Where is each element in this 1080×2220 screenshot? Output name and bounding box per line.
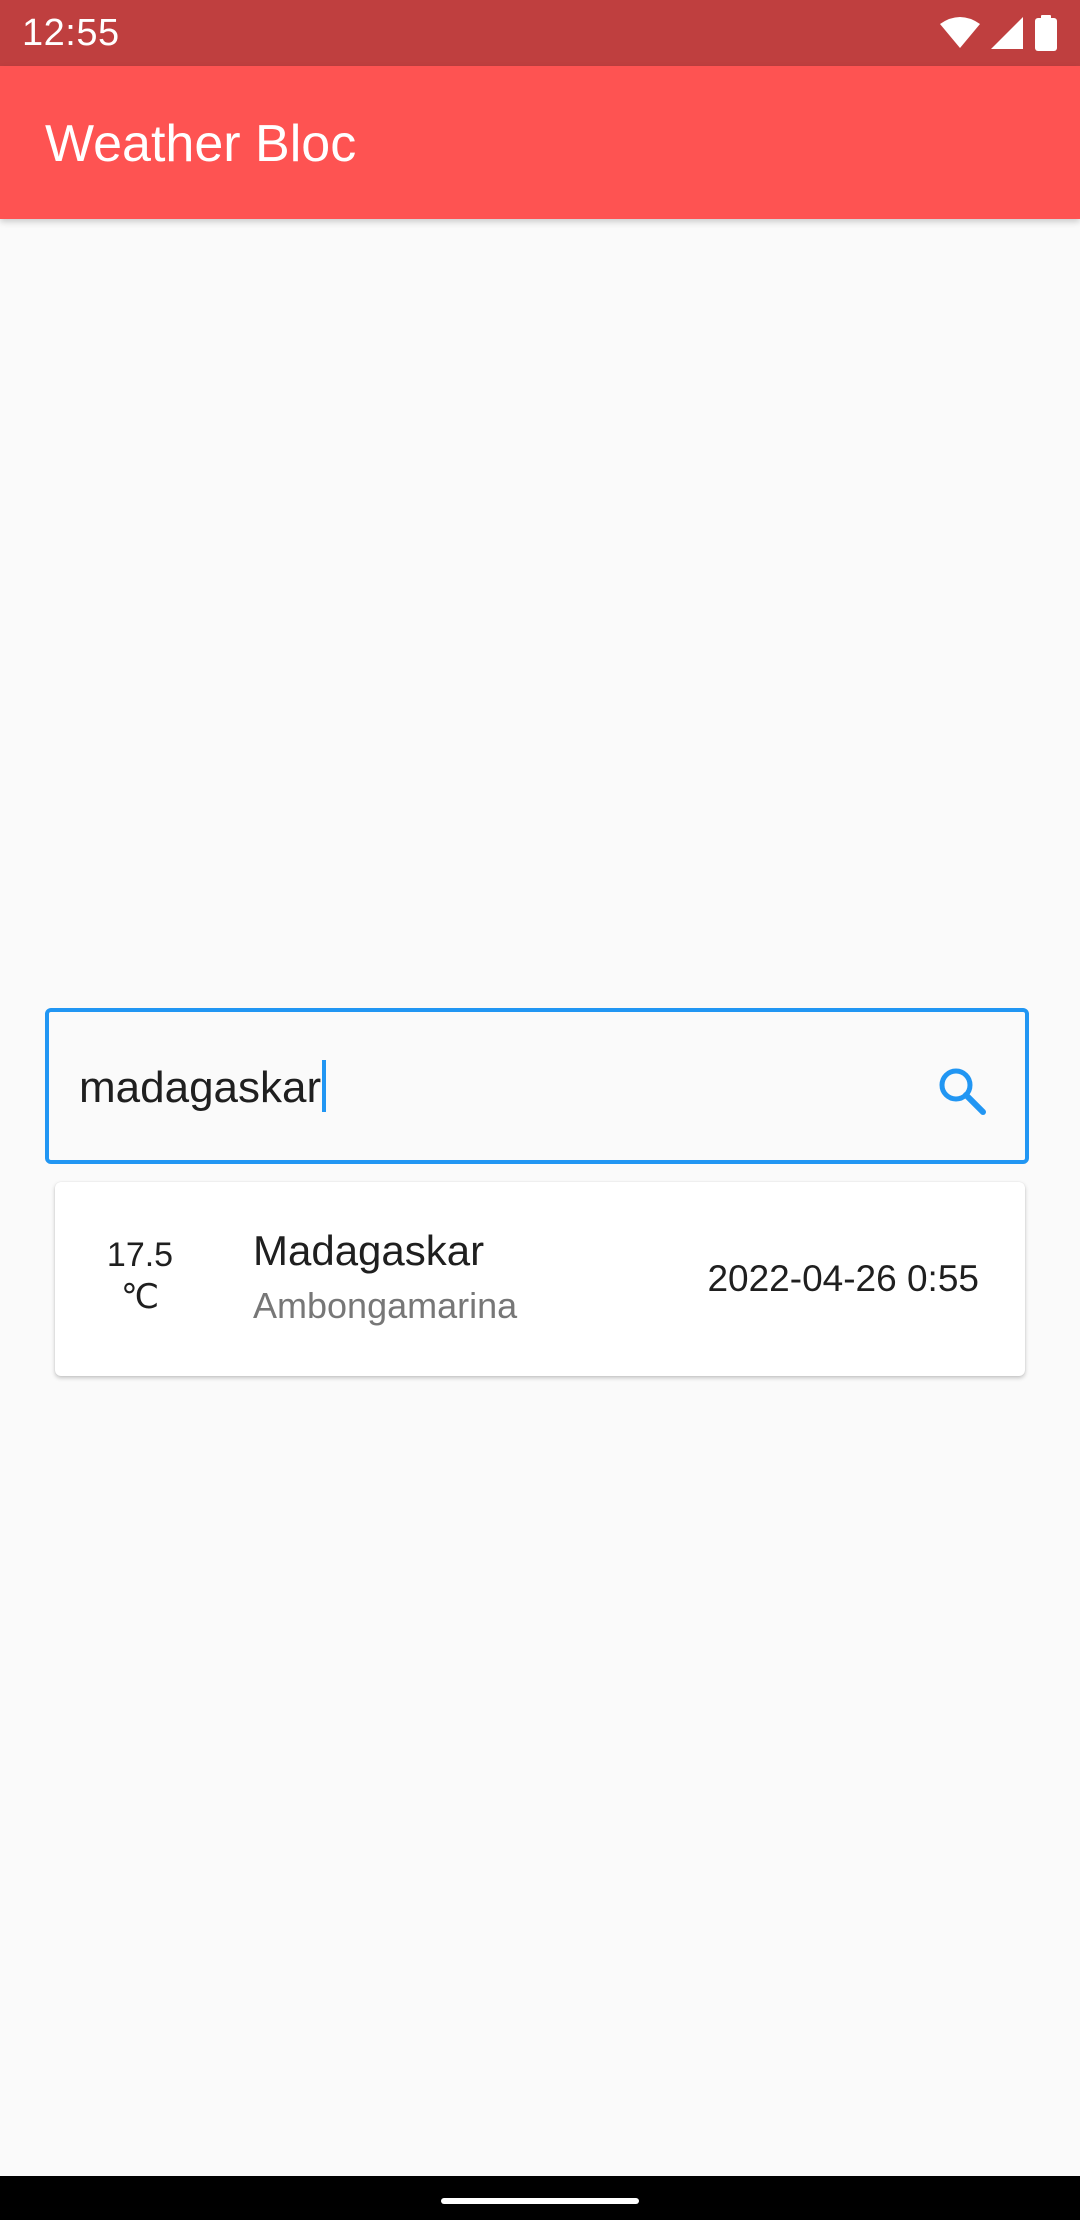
home-gesture-handle[interactable] (441, 2198, 639, 2204)
result-card[interactable]: 17.5 ℃ Madagaskar Ambongamarina 2022-04-… (55, 1182, 1025, 1376)
status-bar: 12:55 (0, 0, 1080, 66)
temperature: 17.5 ℃ (85, 1234, 195, 1318)
country-name: Madagaskar (253, 1227, 485, 1274)
navigation-bar (0, 2176, 1080, 2220)
app-title: Weather Bloc (45, 115, 357, 173)
region-name: Ambongamarina (253, 1285, 518, 1326)
wifi-icon (940, 17, 980, 49)
local-datetime: 2022-04-26 0:55 (707, 1258, 979, 1299)
temperature-value: 17.5 (106, 1236, 174, 1274)
cell-signal-icon (990, 16, 1024, 50)
app-bar: Weather Bloc (0, 66, 1080, 219)
search-field[interactable]: madagaskar (45, 1008, 1029, 1164)
battery-icon (1034, 15, 1058, 51)
temperature-unit: ℃ (120, 1278, 160, 1316)
search-input-value: madagaskar (79, 1063, 322, 1112)
status-icons (940, 13, 1058, 53)
status-time: 12:55 (22, 12, 120, 54)
search-input[interactable]: madagaskar (79, 1060, 327, 1115)
text-cursor (322, 1060, 327, 1112)
search-icon[interactable] (935, 1064, 989, 1118)
